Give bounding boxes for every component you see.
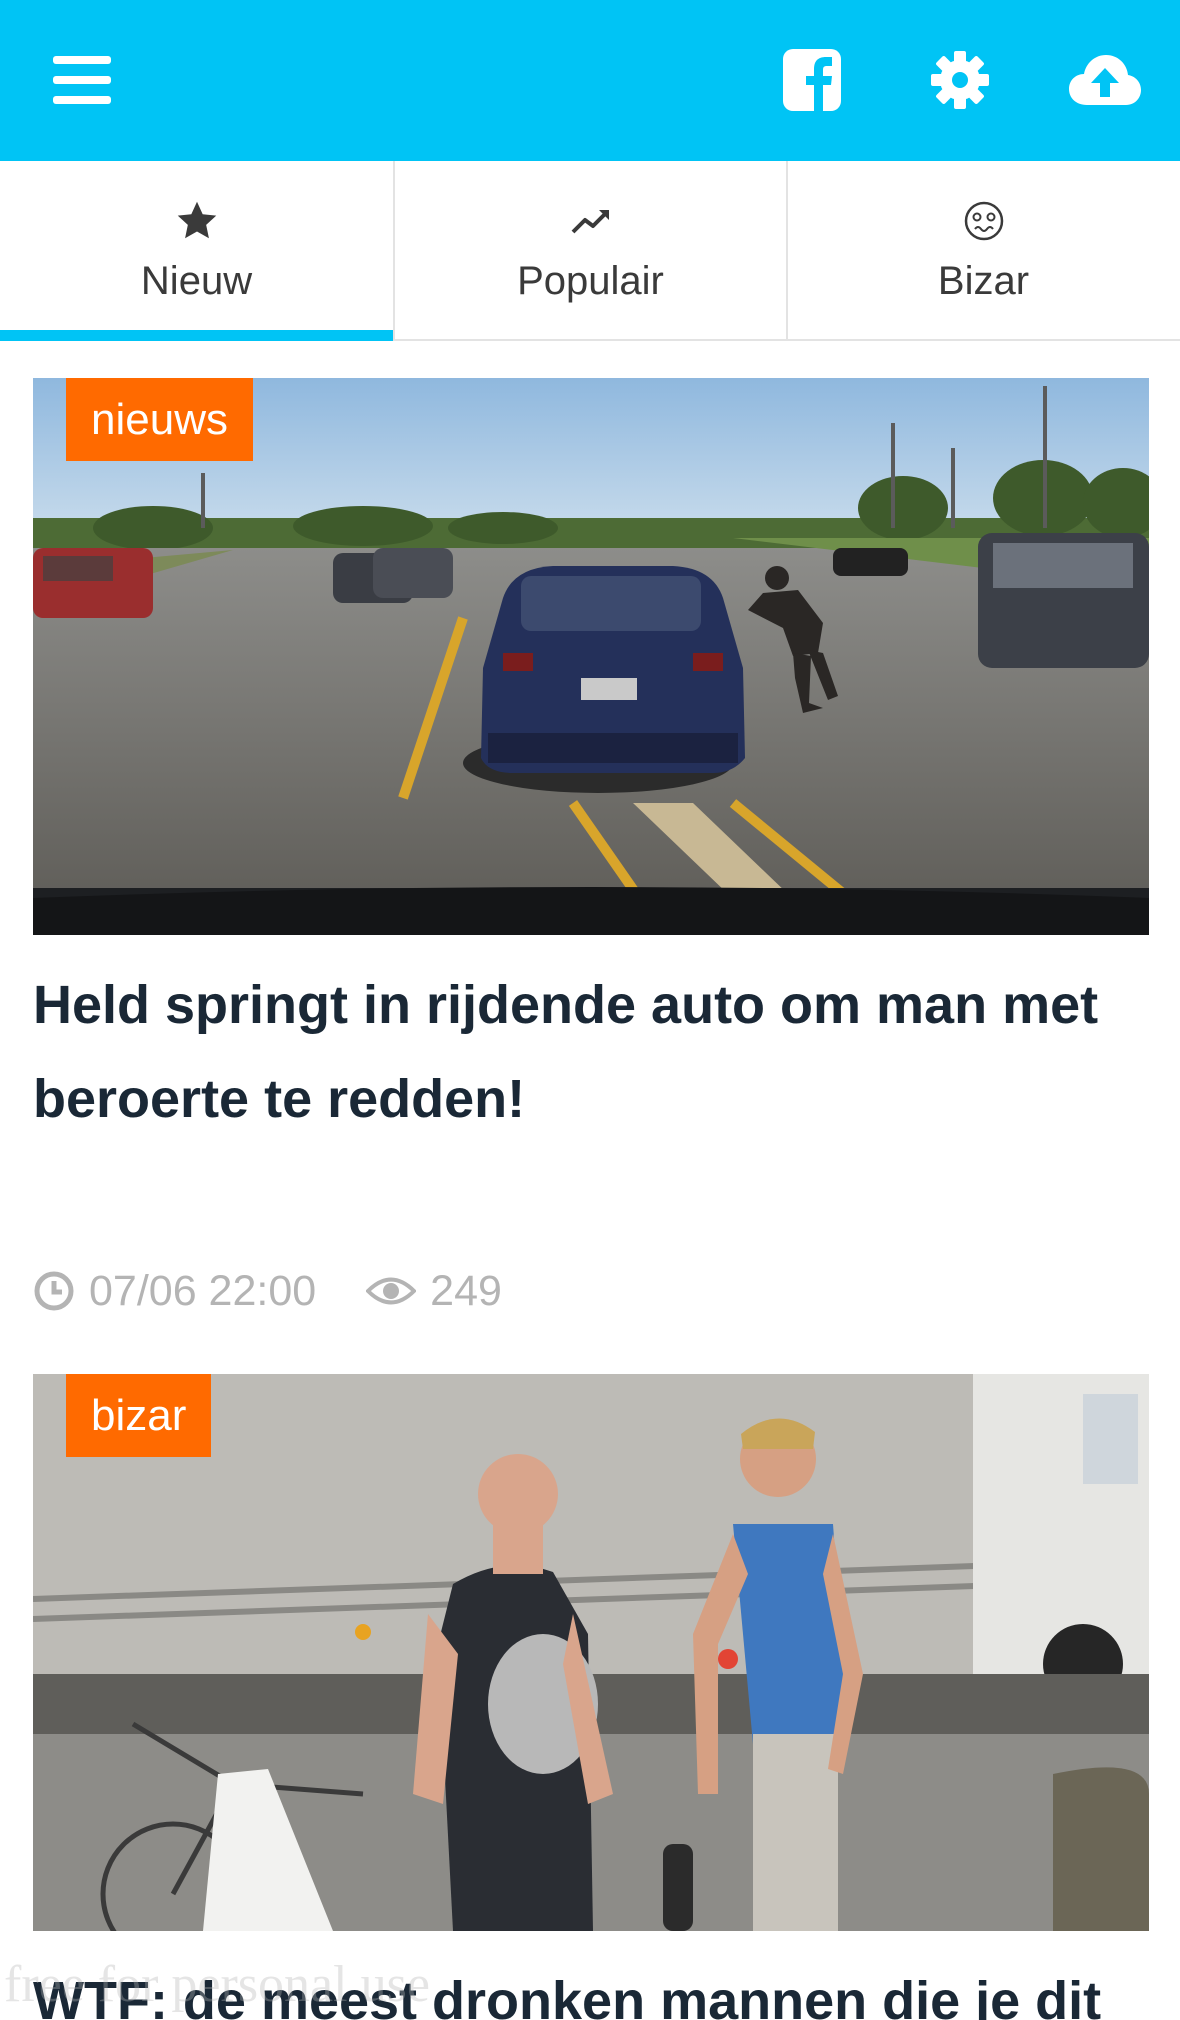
facebook-icon [783, 49, 841, 111]
article-meta: 07/06 22:00 249 [33, 1258, 502, 1324]
menu-button[interactable] [40, 40, 124, 120]
facebook-button[interactable] [770, 40, 854, 120]
article-image[interactable] [33, 378, 1149, 935]
tab-bizar[interactable]: Bizar [786, 161, 1179, 339]
two-men-bicycle-truck-photo [33, 1374, 1149, 1931]
app-header [0, 0, 1180, 161]
article-title[interactable]: Held springt in rijdende auto om man met… [33, 958, 1149, 1146]
clock-icon [34, 1271, 74, 1311]
settings-button[interactable] [920, 40, 1000, 120]
tab-label: Nieuw [140, 259, 253, 303]
watermark: free for personal use [4, 1956, 430, 2013]
view-count: 249 [366, 1267, 502, 1316]
article-time: 07/06 22:00 [89, 1266, 317, 1315]
tab-populair[interactable]: Populair [393, 161, 786, 339]
gear-icon [931, 51, 989, 109]
trending-up-icon [571, 195, 611, 247]
category-tabs: Nieuw Populair Bizar [0, 161, 1180, 341]
category-badge[interactable]: bizar [66, 1374, 212, 1457]
star-icon [175, 195, 219, 247]
timestamp: 07/06 22:00 [33, 1267, 316, 1316]
cloud-upload-icon [1069, 55, 1141, 105]
tab-label: Bizar [937, 259, 1030, 303]
dashcam-road-car-man-photo [33, 378, 1149, 935]
dizzy-face-icon [963, 195, 1005, 247]
eye-icon [366, 1277, 417, 1305]
article-card[interactable]: bizar WTF: de meest dronken mannen die j… [33, 1374, 1149, 2020]
category-badge[interactable]: nieuws [66, 378, 253, 461]
tab-nieuw[interactable]: Nieuw [0, 161, 393, 341]
article-image[interactable] [33, 1374, 1149, 1931]
tab-label: Populair [517, 259, 664, 303]
hamburger-menu-icon [53, 56, 111, 104]
upload-button[interactable] [1055, 40, 1155, 120]
article-views: 249 [430, 1266, 502, 1315]
article-card[interactable]: nieuws Held springt in rijdende auto om … [33, 378, 1149, 1315]
